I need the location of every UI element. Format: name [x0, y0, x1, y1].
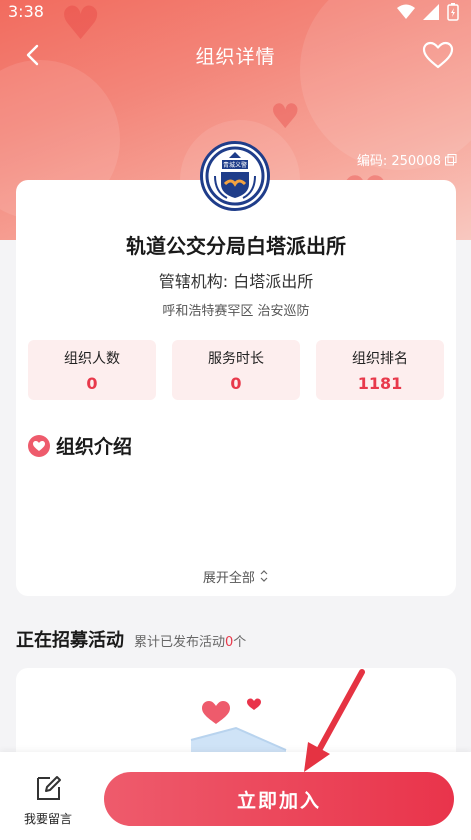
org-code[interactable]: 编码: 250008: [357, 150, 457, 169]
stat-service-hours: 服务时长 0: [172, 340, 300, 400]
edit-icon: [37, 776, 61, 800]
heart-decoration-icon: ♥: [270, 97, 301, 137]
heart-badge-icon: [28, 434, 50, 457]
heart-outline-icon: [422, 41, 454, 69]
battery-icon: [447, 3, 459, 21]
recruit-title: 正在招募活动: [16, 630, 124, 651]
expand-all-button[interactable]: 展开全部: [16, 567, 456, 586]
org-tags: 呼和浩特赛罕区 治安巡防: [162, 304, 310, 319]
recruit-header: 正在招募活动 累计已发布活动0个: [16, 626, 246, 652]
org-info-card: 轨道公交分局白塔派出所 管辖机构: 白塔派出所 呼和浩特赛罕区 治安巡防 组织人…: [16, 180, 456, 596]
copy-icon[interactable]: [445, 153, 457, 166]
nav-bar: 组织详情: [0, 30, 471, 80]
org-admin: 管辖机构: 白塔派出所: [158, 272, 314, 291]
org-logo: 青城义警: [200, 141, 270, 211]
org-name: 轨道公交分局白塔派出所: [126, 234, 346, 258]
join-now-button[interactable]: 立即加入: [104, 772, 454, 826]
recruit-count-text: 累计已发布活动0个: [134, 635, 247, 650]
status-time: 3:38: [8, 2, 44, 21]
signal-icon: [423, 4, 439, 20]
stat-ranking: 组织排名 1181: [316, 340, 444, 400]
bottom-action-bar: 我要留言 立即加入: [0, 752, 471, 840]
wifi-icon: [397, 4, 415, 19]
police-badge-icon: 青城义警: [205, 146, 265, 206]
status-bar: 3:38: [0, 0, 471, 26]
org-code-label: 编码: 250008: [356, 154, 441, 169]
stats-row: 组织人数 0 服务时长 0 组织排名 1181: [28, 340, 444, 400]
expand-chevrons-icon: [260, 570, 268, 582]
page-title: 组织详情: [195, 46, 276, 68]
intro-header: 组织介绍: [28, 432, 132, 459]
logo-lettering: 青城义警: [223, 161, 247, 169]
leave-message-button[interactable]: 我要留言: [16, 772, 80, 827]
favorite-button[interactable]: [421, 40, 455, 70]
stat-members: 组织人数 0: [28, 340, 156, 400]
intro-title: 组织介绍: [56, 436, 133, 458]
